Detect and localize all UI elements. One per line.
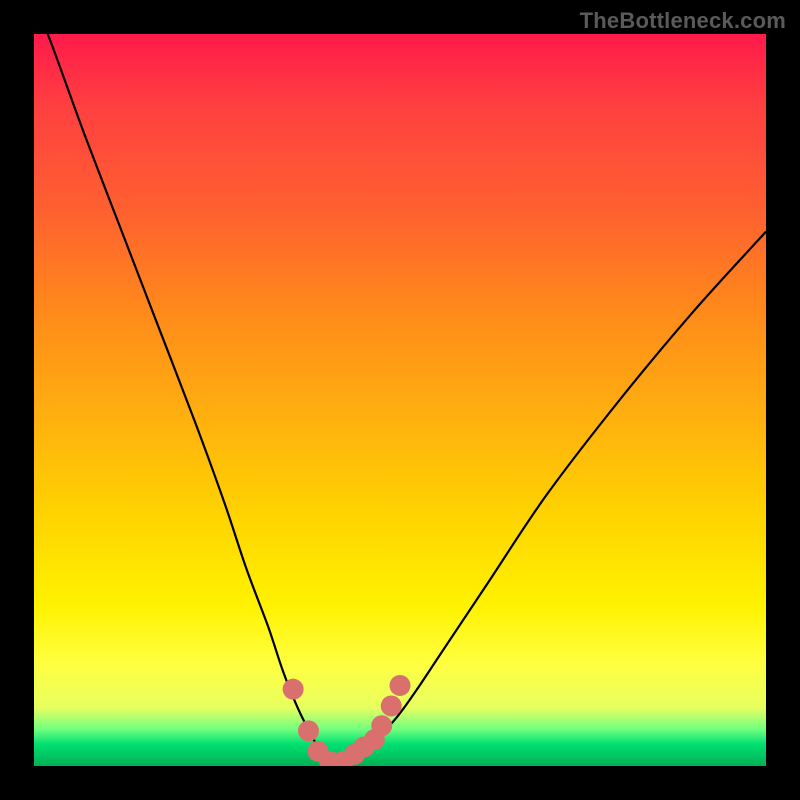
markers-layer (34, 34, 766, 766)
marker-dot (371, 715, 392, 736)
marker-dot (283, 679, 304, 700)
marker-dot (298, 720, 319, 741)
marker-group (283, 675, 411, 766)
marker-dot (390, 675, 411, 696)
plot-area (34, 34, 766, 766)
chart-frame: TheBottleneck.com (0, 0, 800, 800)
marker-dot (381, 695, 402, 716)
watermark-label: TheBottleneck.com (580, 8, 786, 34)
